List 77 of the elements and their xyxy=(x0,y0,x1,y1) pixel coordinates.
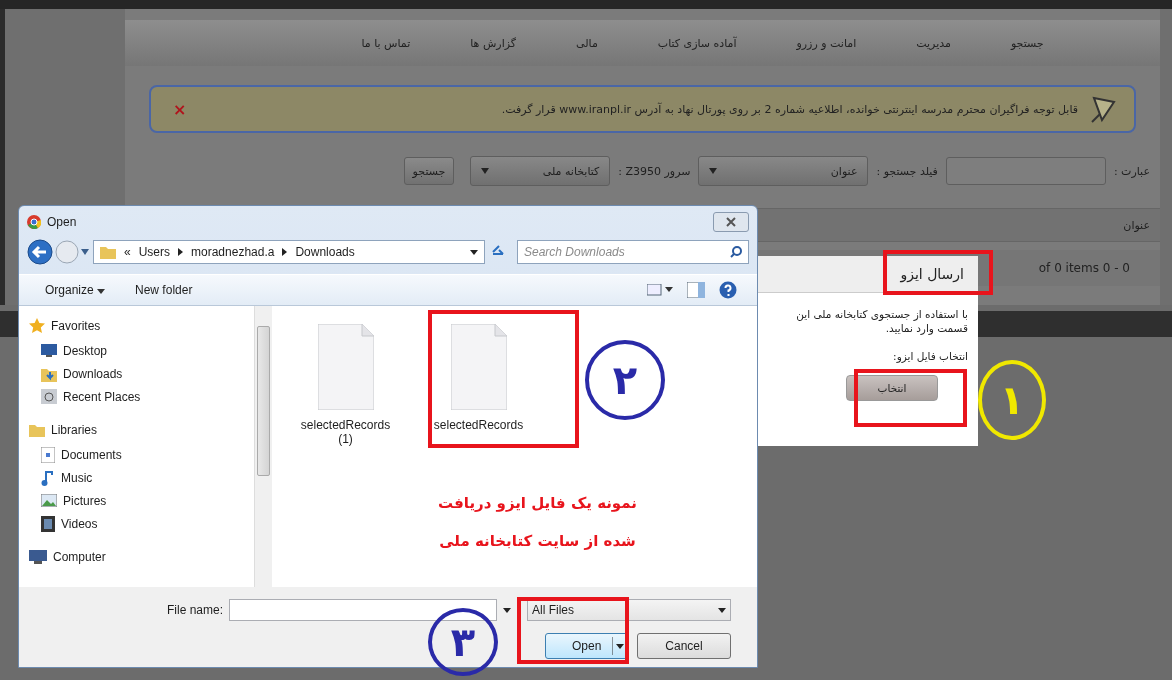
search-field[interactable] xyxy=(945,157,1106,185)
caption-text: شده از سایت کتابخانه ملی xyxy=(438,531,637,552)
toolbar-button[interactable]: Organize xyxy=(45,283,106,297)
sidebar-item[interactable]: Documents xyxy=(61,447,122,462)
pager-text: of 0 items 0 - 0 xyxy=(1038,261,1130,275)
sidebar-item[interactable]: Recent Places xyxy=(63,389,141,404)
sidebar-item[interactable]: Downloads xyxy=(63,366,123,381)
sidebar-item[interactable]: Favorites xyxy=(51,319,101,333)
menu-item[interactable]: امانت و رزرو xyxy=(796,36,857,50)
help-icon[interactable] xyxy=(719,281,737,299)
toolbar-button[interactable]: New folder xyxy=(135,283,193,297)
arrow-icon xyxy=(282,248,288,256)
caret-icon[interactable] xyxy=(470,249,478,255)
cancel-button[interactable]: Cancel xyxy=(637,633,731,659)
browser-logo-icon xyxy=(27,215,41,229)
music-icon xyxy=(41,469,55,486)
search-icon xyxy=(730,246,742,258)
choose-button[interactable]: انتخاب xyxy=(846,375,938,401)
caret-icon[interactable] xyxy=(503,607,511,613)
star-icon xyxy=(29,318,45,334)
view-icon[interactable] xyxy=(647,284,673,296)
file-type-dropdown[interactable]: All Files xyxy=(527,599,731,621)
sidebar-item[interactable]: Desktop xyxy=(63,343,108,358)
file-label: انتخاب فایل ایزو: xyxy=(892,349,968,363)
notice-text: قابل توجه فراگیران محترم مدرسه اینترنتی خوانده، اطلاعیه شماره 2 بر روی پورتال نهاد به آدرس www.iranpl.ir قرار گرفت. xyxy=(500,102,1078,116)
file-name-field[interactable] xyxy=(229,599,497,621)
caret-icon xyxy=(97,289,106,294)
recent-icon xyxy=(41,389,57,404)
computer-icon xyxy=(29,550,47,564)
library-icon xyxy=(29,423,45,437)
caret-icon xyxy=(718,607,726,613)
description-text: با استفاده از جستجوی کتابخانه ملی این قسمت وارد نمایید. xyxy=(795,307,968,335)
search-field[interactable]: Search Downloads xyxy=(517,240,749,264)
menu-item[interactable]: مالی xyxy=(576,36,598,50)
overflow-chevron[interactable]: « xyxy=(124,245,131,259)
close-button[interactable] xyxy=(713,212,749,232)
dialog-title: Open xyxy=(47,215,77,229)
breadcrumb-item[interactable]: Downloads xyxy=(295,245,355,259)
file-name[interactable]: selectedRecords xyxy=(432,418,525,432)
close-icon xyxy=(726,217,736,227)
step-number: ۲ xyxy=(585,340,665,420)
menu-item[interactable]: گزارش ها xyxy=(470,36,516,50)
sidebar-item[interactable]: Videos xyxy=(61,516,98,531)
sidebar-item[interactable]: Libraries xyxy=(51,423,98,437)
desktop-icon xyxy=(41,344,57,357)
caret-icon xyxy=(481,168,490,174)
caret-icon xyxy=(709,168,718,174)
breadcrumb-item[interactable]: moradnezhad.a xyxy=(191,245,275,259)
scrollbar[interactable] xyxy=(254,306,272,587)
search-button[interactable]: جستجو xyxy=(403,157,455,185)
folder-icon xyxy=(100,245,116,259)
menu-item[interactable]: تماس با ما xyxy=(361,36,411,50)
menu-item[interactable]: آماده سازی کتاب xyxy=(657,36,737,50)
sidebar-item[interactable]: Music xyxy=(61,470,93,485)
field-label: File name: xyxy=(166,603,223,617)
column-header: عنوان xyxy=(1123,218,1150,232)
sidebar-item[interactable]: Computer xyxy=(53,550,106,564)
field-label: فیلد جستجو : xyxy=(876,164,938,178)
breadcrumb-item[interactable]: Users xyxy=(138,245,171,259)
pictures-icon xyxy=(41,494,57,507)
caption-text: نمونه یک فایل ایزو دریافت xyxy=(437,493,638,514)
step-number: ۳ xyxy=(428,608,498,676)
video-icon xyxy=(41,515,55,532)
document-icon xyxy=(41,446,55,463)
split-caret-icon xyxy=(612,637,626,655)
modal-title: ارسال ایزو xyxy=(900,266,964,282)
field-label: سرور Z3950 : xyxy=(618,164,691,178)
back-icon[interactable] xyxy=(27,239,53,265)
arrow-icon xyxy=(178,248,184,256)
field-dropdown[interactable]: عنوان xyxy=(698,156,869,186)
step-number: ۱ xyxy=(978,360,1046,440)
file-name[interactable]: selectedRecords(1) xyxy=(299,418,392,446)
field-label: عبارت : xyxy=(1113,164,1150,178)
sidebar-item[interactable]: Pictures xyxy=(63,493,107,508)
menu-item[interactable]: جستجو xyxy=(1010,36,1044,50)
menu-item[interactable]: مدیریت xyxy=(916,36,951,50)
server-dropdown[interactable]: کتابخانه ملی xyxy=(470,156,611,186)
